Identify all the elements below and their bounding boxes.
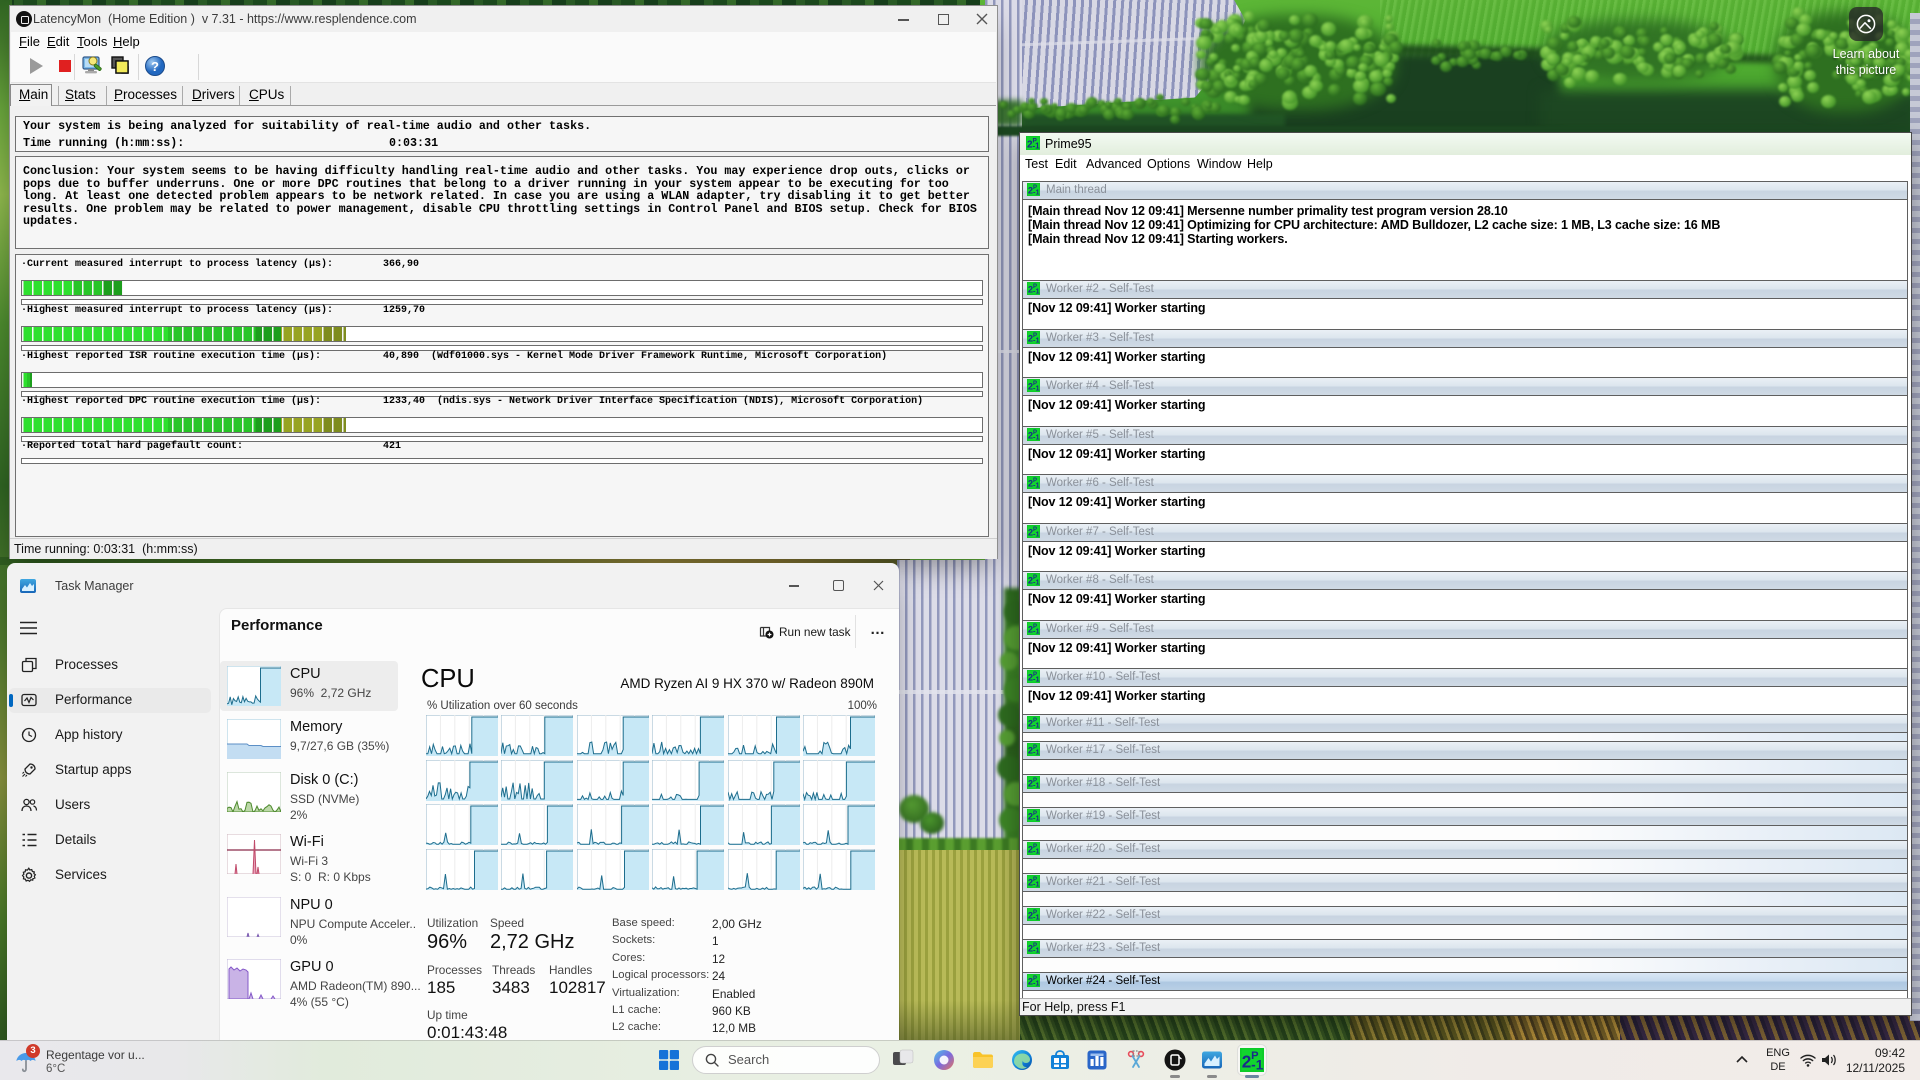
svg-text:-1: -1 — [1033, 913, 1040, 921]
svg-text:-1: -1 — [1033, 530, 1040, 538]
svg-text:-1: -1 — [1033, 384, 1040, 392]
svg-text:-1: -1 — [1033, 721, 1040, 729]
svg-text:2: 2 — [1242, 1052, 1252, 1072]
svg-text:-1: -1 — [1033, 287, 1040, 295]
svg-text:?: ? — [151, 59, 159, 74]
svg-text:-1: -1 — [1033, 781, 1040, 789]
svg-text:-1: -1 — [1033, 946, 1040, 954]
svg-text:-1: -1 — [1033, 481, 1040, 489]
svg-text:-1: -1 — [1033, 675, 1040, 683]
svg-text:-1: -1 — [1033, 142, 1041, 151]
svg-text:-1: -1 — [1033, 433, 1040, 441]
svg-text:-1: -1 — [1251, 1057, 1264, 1072]
svg-text:-1: -1 — [1033, 627, 1040, 635]
svg-text:-1: -1 — [1033, 188, 1040, 196]
svg-text:-1: -1 — [1033, 847, 1040, 855]
svg-text:-1: -1 — [1033, 578, 1040, 586]
svg-text:-1: -1 — [1033, 979, 1040, 987]
svg-text:-1: -1 — [1033, 880, 1040, 888]
svg-text:-1: -1 — [1033, 336, 1040, 344]
svg-text:-1: -1 — [1033, 814, 1040, 822]
svg-text:-1: -1 — [1033, 748, 1040, 756]
